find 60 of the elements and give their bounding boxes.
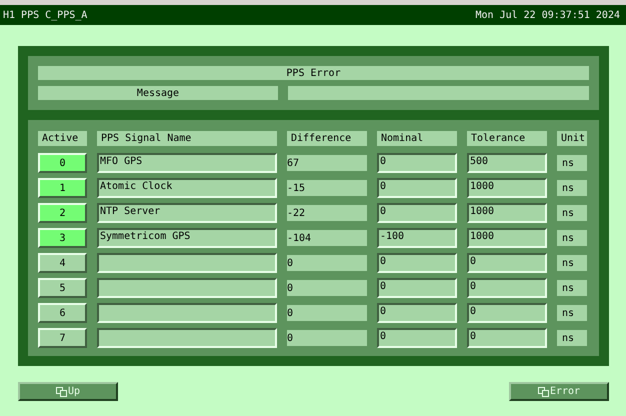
tolerance-field[interactable]: 1000 [467, 228, 547, 248]
active-toggle-button[interactable]: 2 [38, 203, 87, 223]
difference-value: 67 [287, 155, 367, 171]
window-title: H1 PPS C_PPS_A [3, 10, 88, 20]
active-toggle-button[interactable]: 0 [38, 153, 87, 173]
tolerance-field[interactable]: 0 [467, 278, 547, 298]
signal-name-field[interactable]: NTP Server [97, 203, 277, 223]
signal-name-field[interactable] [97, 253, 277, 273]
nominal-field[interactable]: 0 [377, 178, 457, 198]
nominal-field[interactable]: 0 [377, 303, 457, 323]
column-header: PPS Signal Name [97, 131, 277, 146]
unit-label: ns [557, 255, 587, 271]
nominal-field[interactable]: 0 [377, 153, 457, 173]
unit-label: ns [557, 205, 587, 221]
unit-label: ns [557, 330, 587, 346]
tolerance-field[interactable]: 1000 [467, 203, 547, 223]
tolerance-field[interactable]: 1000 [467, 178, 547, 198]
windows-icon [56, 386, 67, 396]
nominal-field[interactable]: 0 [377, 328, 457, 348]
nominal-field[interactable]: -100 [377, 228, 457, 248]
difference-value: 0 [287, 280, 367, 296]
nominal-field[interactable]: 0 [377, 203, 457, 223]
unit-label: ns [557, 280, 587, 296]
date-time: Mon Jul 22 09:37:51 2024 [476, 10, 620, 20]
difference-value: 0 [287, 305, 367, 321]
column-header: Difference [287, 131, 367, 146]
nominal-field[interactable]: 0 [377, 278, 457, 298]
active-toggle-button[interactable]: 3 [38, 228, 87, 248]
tolerance-field[interactable]: 0 [467, 303, 547, 323]
signal-name-field[interactable]: MFO GPS [97, 153, 277, 173]
column-header: Unit [557, 131, 587, 146]
active-toggle-button[interactable]: 5 [38, 278, 87, 298]
difference-value: -22 [287, 205, 367, 221]
difference-value: -104 [287, 230, 367, 246]
signal-name-field[interactable] [97, 303, 277, 323]
tolerance-field[interactable]: 500 [467, 153, 547, 173]
active-toggle-button[interactable]: 7 [38, 328, 87, 348]
message-label: Message [38, 86, 278, 100]
nominal-field[interactable]: 0 [377, 253, 457, 273]
windows-icon [538, 386, 549, 396]
difference-value: 0 [287, 255, 367, 271]
panel-title: PPS Error [38, 66, 589, 80]
signal-name-field[interactable]: Atomic Clock [97, 178, 277, 198]
active-toggle-button[interactable]: 1 [38, 178, 87, 198]
unit-label: ns [557, 230, 587, 246]
difference-value: -15 [287, 180, 367, 196]
difference-value: 0 [287, 330, 367, 346]
signal-name-field[interactable]: Symmetricom GPS [97, 228, 277, 248]
unit-label: ns [557, 305, 587, 321]
tolerance-field[interactable]: 0 [467, 253, 547, 273]
unit-label: ns [557, 180, 587, 196]
column-header: Nominal [377, 131, 457, 146]
active-toggle-button[interactable]: 6 [38, 303, 87, 323]
signal-name-field[interactable] [97, 328, 277, 348]
unit-label: ns [557, 155, 587, 171]
signal-name-field[interactable] [97, 278, 277, 298]
column-header: Active [38, 131, 87, 146]
active-toggle-button[interactable]: 4 [38, 253, 87, 273]
column-header: Tolerance [467, 131, 547, 146]
tolerance-field[interactable]: 0 [467, 328, 547, 348]
